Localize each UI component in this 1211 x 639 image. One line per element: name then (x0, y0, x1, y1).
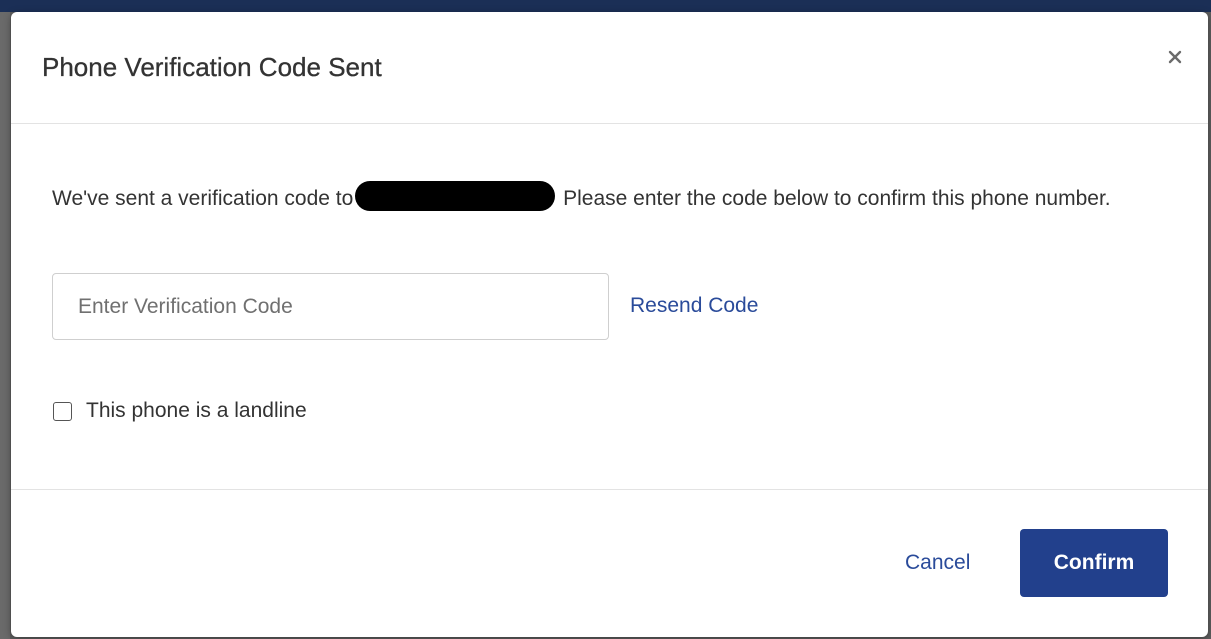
landline-label: This phone is a landline (86, 399, 307, 422)
backdrop-overlay (0, 12, 10, 639)
verification-message: We've sent a verification code to Please… (52, 181, 1162, 216)
cancel-button[interactable]: Cancel (893, 538, 982, 588)
dialog-header: Phone Verification Code Sent (11, 12, 1208, 124)
verification-code-input[interactable] (52, 273, 609, 340)
dialog-footer: Cancel Confirm (11, 489, 1208, 637)
landline-checkbox[interactable] (53, 401, 72, 421)
verification-dialog: Phone Verification Code Sent We've sent … (11, 12, 1208, 637)
message-text-before: We've sent a verification code to (52, 187, 354, 210)
landline-option[interactable]: This phone is a landline (52, 396, 307, 426)
resend-code-link[interactable]: Resend Code (630, 294, 758, 318)
message-text-after: Please enter the code below to confirm t… (557, 187, 1111, 210)
close-icon (1168, 50, 1182, 64)
redacted-phone-number (355, 181, 556, 211)
confirm-button[interactable]: Confirm (1020, 529, 1168, 597)
dialog-body: We've sent a verification code to Please… (11, 124, 1208, 490)
dialog-title: Phone Verification Code Sent (42, 52, 382, 82)
close-button[interactable] (1164, 46, 1186, 68)
backdrop-top-bar (0, 0, 1211, 12)
